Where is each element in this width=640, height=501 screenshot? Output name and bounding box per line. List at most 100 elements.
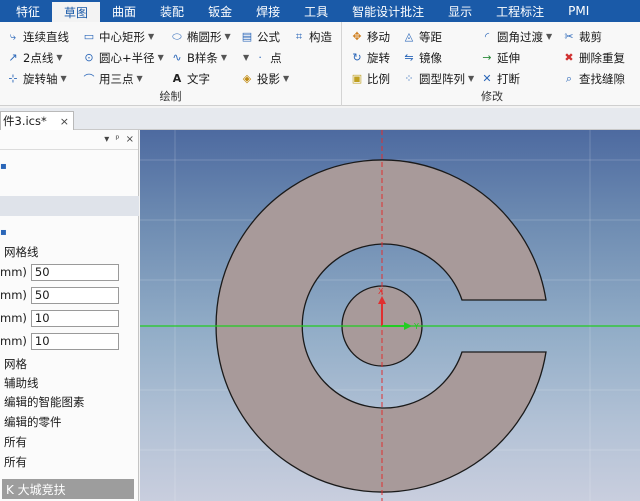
chevron-down-icon[interactable]: ▼ [243, 53, 249, 62]
ribbon-col-5: ⌗ 构造 [292, 26, 332, 47]
chevron-down-icon[interactable]: ▼ [61, 74, 67, 83]
ellipse-icon: ⬭ [172, 29, 182, 43]
circle-center-radius-button[interactable]: ⊙ 圆心+半径 ▼ [82, 47, 164, 68]
pin-icon[interactable]: ᵖ [115, 134, 119, 145]
ribbon-mod-col-1: ✥ 移动 ↻ 旋转 ▣ 比例 [350, 26, 390, 89]
ribbon-mod-col-2: ◬ 等距 ⇋ 镜像 ⁘ 圆型阵列 ▼ [402, 26, 474, 89]
ellipse-button[interactable]: ⬭ 椭圆形 ▼ [170, 26, 231, 47]
center-rectangle-button[interactable]: ▭ 中心矩形 ▼ [82, 26, 164, 47]
chevron-down-icon[interactable]: ▼ [546, 32, 552, 41]
chevron-down-icon[interactable]: ▼ [148, 32, 154, 41]
text-button[interactable]: A 文字 [170, 68, 231, 89]
tab-feature[interactable]: 特征 [4, 0, 52, 22]
ribbon-mod-col-4: ✂ 裁剪 ✖ 删除重复 ⌕ 查找缝隙 [562, 26, 625, 89]
sketch-modify-group: ✥ 移动 ↻ 旋转 ▣ 比例 ◬ 等距 ⇋ 镜像 ⁘ 圆型阵列 ▼ ◜ 圆角过渡 ▼ → 延伸 ✕ 打… [344, 22, 640, 106]
field-unit-label: mm) [0, 311, 27, 325]
axis-y-label: Y [413, 322, 419, 331]
option-aux-line[interactable]: 辅助线 [0, 373, 139, 393]
ribbon-mod-col-3: ◜ 圆角过渡 ▼ → 延伸 ✕ 打断 [480, 26, 552, 89]
mirror-icon: ⇋ [404, 51, 414, 64]
grid-sub-x-input[interactable]: 10 [30, 309, 119, 327]
three-point-arc-button[interactable]: ⌒ 用三点 ▼ [82, 68, 164, 89]
move-button[interactable]: ✥ 移动 [350, 26, 390, 47]
fillet-button[interactable]: ◜ 圆角过渡 ▼ [480, 26, 552, 47]
chevron-down-icon[interactable]: ▼ [221, 53, 227, 62]
tree-marker-icon: ▪ [0, 160, 7, 172]
tab-engineering-annotation[interactable]: 工程标注 [484, 0, 556, 22]
grid-spacing-x-input[interactable]: 50 [30, 263, 119, 281]
construction-icon: ⌗ [295, 29, 303, 43]
chevron-down-icon[interactable]: ▼ [158, 53, 164, 62]
point-button[interactable]: ▼ · 点 [240, 47, 289, 68]
chevron-down-icon[interactable]: ▼ [137, 74, 143, 83]
ribbon-col-1: ⤷ 连续直线 ↗ 2点线 ▼ ⊹ 旋转轴 ▼ [6, 26, 69, 89]
app-window: 特征 草图 曲面 装配 钣金 焊接 工具 智能设计批注 显示 工程标注 PMI … [0, 0, 640, 501]
grid-line-label: 网格线 [4, 245, 39, 259]
chevron-down-icon[interactable]: ▼ [468, 74, 474, 83]
sketch-canvas-svg[interactable]: X Y [140, 130, 640, 501]
projection-button[interactable]: ◈ 投影 ▼ [240, 68, 289, 89]
scale-icon: ▣ [351, 72, 363, 85]
mirror-button[interactable]: ⇋ 镜像 [402, 47, 474, 68]
tab-sketch[interactable]: 草图 [52, 0, 101, 22]
fillet-icon: ◜ [484, 30, 490, 43]
panel-menu-icon[interactable]: ▾ [104, 134, 109, 145]
sketch-draw-group: ⤷ 连续直线 ↗ 2点线 ▼ ⊹ 旋转轴 ▼ ▭ 中心矩形 ▼ ⊙ 圆心+半径 ▼ ⌒ 用三点 ▼ ⬭… [0, 22, 342, 106]
tab-assembly[interactable]: 装配 [148, 0, 196, 22]
trim-button[interactable]: ✂ 裁剪 [562, 26, 625, 47]
extend-button[interactable]: → 延伸 [480, 47, 552, 68]
option-edited-part[interactable]: 编辑的零件 [0, 412, 139, 432]
grid-field-row: mm) 10 [0, 308, 139, 328]
chevron-down-icon[interactable]: ▼ [283, 74, 289, 83]
close-icon[interactable]: × [60, 115, 69, 128]
sketch-canvas[interactable]: X Y [140, 130, 640, 501]
two-point-line-button[interactable]: ↗ 2点线 ▼ [6, 47, 69, 68]
tab-sheet-metal[interactable]: 钣金 [196, 0, 244, 22]
trim-icon: ✂ [564, 30, 574, 43]
delete-icon: ✖ [564, 51, 574, 64]
tab-tools[interactable]: 工具 [292, 0, 340, 22]
circle-icon: ⊙ [84, 51, 94, 64]
continuous-line-button[interactable]: ⤷ 连续直线 [6, 26, 69, 47]
circular-array-icon: ⁘ [404, 72, 414, 85]
offset-icon: ◬ [404, 30, 414, 43]
option-all[interactable]: 所有 [0, 452, 139, 472]
option-grid[interactable]: 网格 [0, 354, 139, 374]
panel-close-icon[interactable]: × [126, 134, 134, 145]
grid-sub-y-input[interactable]: 10 [30, 332, 119, 350]
rotation-axis-button[interactable]: ⊹ 旋转轴 ▼ [6, 68, 69, 89]
polyline-icon: ⤷ [9, 29, 17, 43]
tab-surface[interactable]: 曲面 [100, 0, 148, 22]
chevron-down-icon[interactable]: ▼ [56, 53, 62, 62]
find-gap-button[interactable]: ⌕ 查找缝隙 [562, 68, 625, 89]
document-tab[interactable]: 件3.ics* × [0, 111, 74, 130]
formula-button[interactable]: ▤ 公式 [240, 26, 289, 47]
find-icon: ⌕ [565, 71, 573, 85]
break-button[interactable]: ✕ 打断 [480, 68, 552, 89]
ribbon-col-3: ⬭ 椭圆形 ▼ ∿ B样条 ▼ A 文字 [170, 26, 231, 89]
tab-display[interactable]: 显示 [436, 0, 484, 22]
panel-section-highlight[interactable] [0, 196, 139, 216]
tab-welding[interactable]: 焊接 [244, 0, 292, 22]
option-edited-smart-elements[interactable]: 编辑的智能图素 [0, 392, 139, 412]
offset-button[interactable]: ◬ 等距 [402, 26, 474, 47]
construction-button[interactable]: ⌗ 构造 [292, 26, 332, 47]
rotate-button[interactable]: ↻ 旋转 [350, 47, 390, 68]
tab-pmi[interactable]: PMI [556, 0, 601, 22]
field-unit-label: mm) [0, 288, 27, 302]
delete-duplicate-button[interactable]: ✖ 删除重复 [562, 47, 625, 68]
circular-array-button[interactable]: ⁘ 圆型阵列 ▼ [402, 68, 474, 89]
b-spline-button[interactable]: ∿ B样条 ▼ [170, 47, 231, 68]
panel-tree-node: ▪ [0, 156, 139, 176]
field-unit-label: mm) [0, 265, 27, 279]
scale-button[interactable]: ▣ 比例 [350, 68, 390, 89]
grid-spacing-y-input[interactable]: 50 [30, 286, 119, 304]
ribbon-col-4: ▤ 公式 ▼ · 点 ◈ 投影 ▼ [240, 26, 289, 89]
tab-smart-annotation[interactable]: 智能设计批注 [340, 0, 436, 22]
panel-header: ▾ ᵖ × [0, 130, 138, 150]
extend-icon: → [482, 51, 492, 64]
chevron-down-icon[interactable]: ▼ [225, 32, 231, 41]
rectangle-icon: ▭ [83, 30, 95, 43]
document-tab-bar: 件3.ics* × [0, 108, 640, 130]
option-all[interactable]: 所有 [0, 432, 139, 452]
